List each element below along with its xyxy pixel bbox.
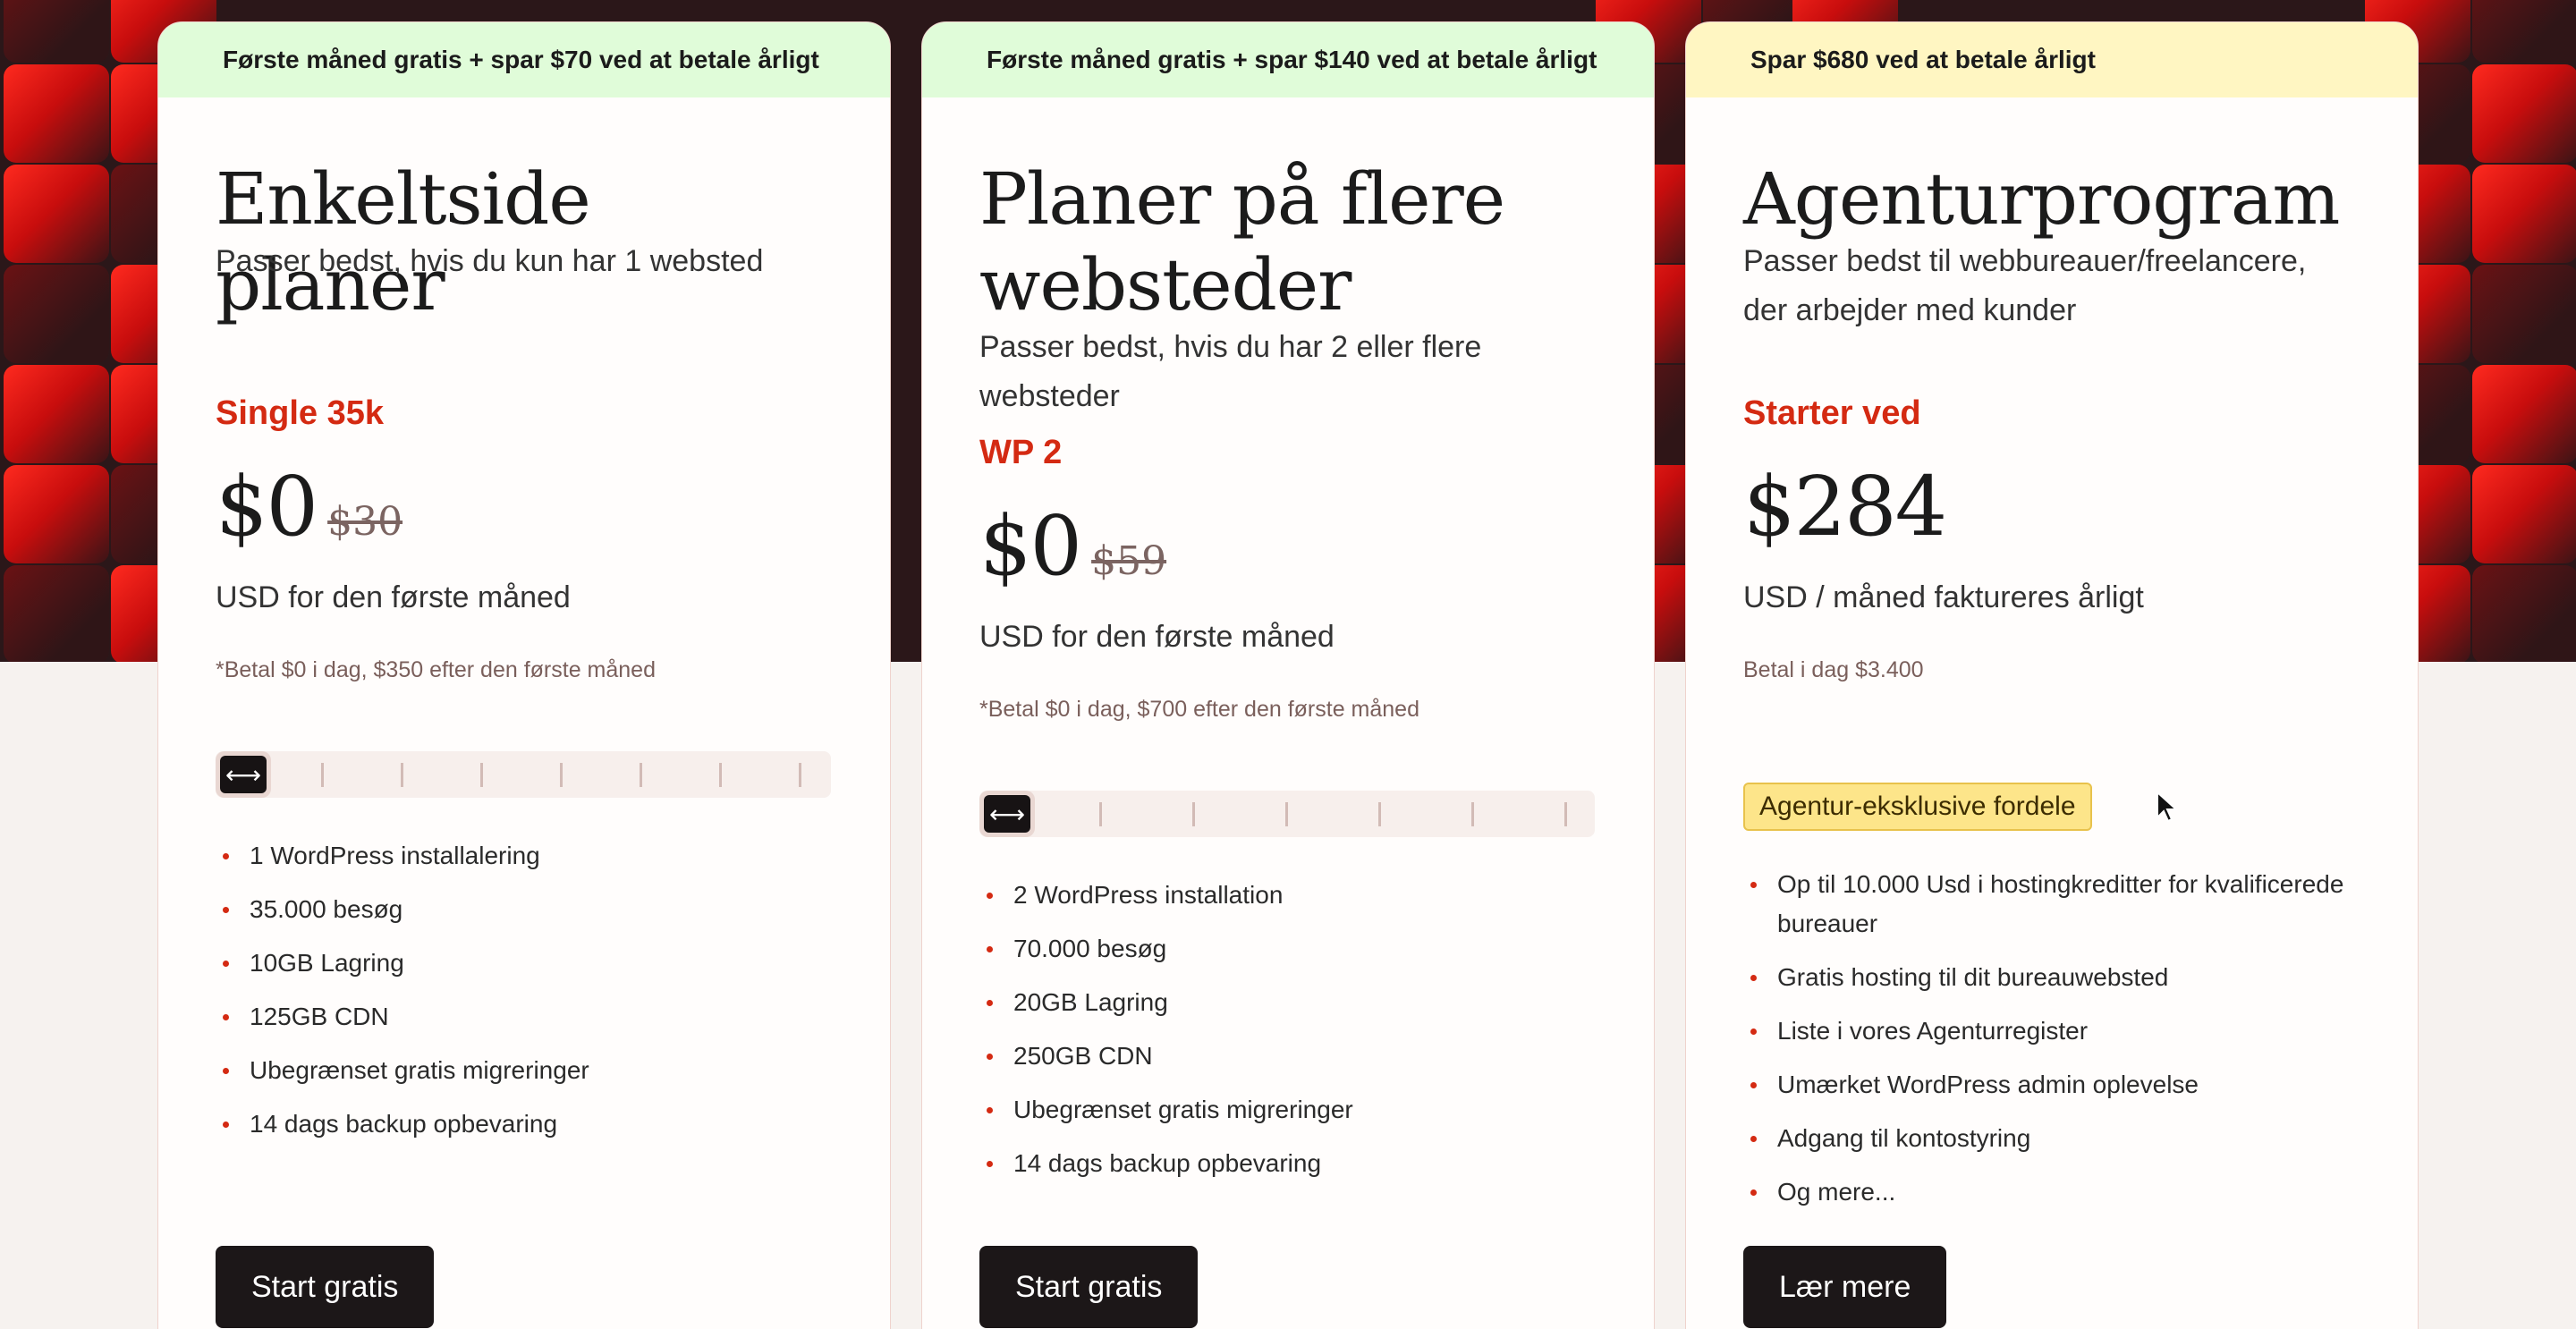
pay-note: *Betal $0 i dag, $350 efter den første m…: [216, 657, 656, 682]
old-price: $59: [1091, 538, 1167, 584]
agency-badge: Agentur-eksklusive fordele: [1743, 783, 2092, 831]
list-item: Op til 10.000 Usd i hostingkreditter for…: [1743, 865, 2360, 944]
price: $0: [979, 498, 1082, 594]
hero-tile: [2472, 0, 2576, 63]
feature-list: 1 WordPress installalering 35.000 besøg …: [216, 836, 589, 1158]
price-note: USD for den første måned: [216, 580, 571, 614]
start-free-button[interactable]: Start gratis: [216, 1246, 435, 1328]
plan-subtitle-line: der arbejder med kunder: [1743, 293, 2077, 327]
list-item: Ubegrænset gratis migreringer: [979, 1090, 1353, 1130]
list-item: 14 dags backup opbevaring: [979, 1144, 1353, 1183]
price: $0: [216, 459, 318, 554]
price: $284: [1743, 459, 1947, 554]
slider-tick: [1285, 802, 1288, 826]
hero-tile: [2472, 64, 2576, 163]
slider-tick: [1378, 802, 1381, 826]
hero-tile: [2472, 365, 2576, 463]
slider-tick: [640, 763, 642, 787]
slider-tick: [1564, 802, 1567, 826]
list-item: 1 WordPress installalering: [216, 836, 589, 876]
slider-tick: [560, 763, 563, 787]
hero-tile: [4, 365, 109, 463]
plan-tier-label: Single 35k: [216, 394, 384, 432]
slider-handle[interactable]: ⟷: [216, 751, 271, 798]
feature-list: 2 WordPress installation 70.000 besøg 20…: [979, 876, 1353, 1198]
pricing-card-multi: Første måned gratis + spar $140 ved at b…: [921, 21, 1655, 1329]
list-item: Og mere...: [1743, 1172, 2360, 1212]
plan-title-line: websteder: [979, 243, 1352, 326]
hero-tile: [2472, 565, 2576, 662]
list-item: 10GB Lagring: [216, 944, 589, 983]
hero-tile: [4, 64, 109, 163]
slider-tick: [480, 763, 483, 787]
plan-subtitle-line: Passer bedst til webbureauer/freelancere…: [1743, 244, 2307, 278]
list-item: Ubegrænset gratis migreringer: [216, 1051, 589, 1090]
plan-tier-label: WP 2: [979, 434, 1063, 471]
plan-title-line: Planer på flere: [979, 157, 1505, 241]
list-item: 125GB CDN: [216, 997, 589, 1037]
plan-slider[interactable]: ⟷: [216, 751, 831, 798]
pricing-card-agency: Spar $680 ved at betale årligt Agenturpr…: [1685, 21, 2419, 1329]
slider-handle[interactable]: ⟷: [979, 791, 1035, 837]
slider-tick: [1471, 802, 1474, 826]
slider-tick: [799, 763, 801, 787]
list-item: Adgang til kontostyring: [1743, 1119, 2360, 1158]
feature-list: Op til 10.000 Usd i hostingkreditter for…: [1743, 865, 2360, 1226]
promo-banner: Spar $680 ved at betale årligt: [1686, 22, 2418, 97]
price-row: $0 $59: [979, 498, 1166, 594]
list-item: 250GB CDN: [979, 1037, 1353, 1076]
promo-banner: Første måned gratis + spar $70 ved at be…: [158, 22, 890, 97]
plan-subtitle: Passer bedst, hvis du har 2 eller flere …: [979, 323, 1481, 421]
list-item: 35.000 besøg: [216, 890, 589, 929]
mouse-pointer-icon: [2157, 791, 2179, 823]
slider-tick: [321, 763, 324, 787]
plan-subtitle: Passer bedst til webbureauer/freelancere…: [1743, 237, 2306, 335]
slider-tick: [401, 763, 403, 787]
hero-tile: [2472, 165, 2576, 263]
horizontal-arrows-icon: ⟷: [220, 756, 267, 793]
price-row: $284: [1743, 459, 1947, 554]
pay-note: *Betal $0 i dag, $700 efter den første m…: [979, 697, 1419, 722]
plan-subtitle-line: websteder: [979, 379, 1120, 413]
promo-banner: Første måned gratis + spar $140 ved at b…: [922, 22, 1654, 97]
plan-subtitle-line: Passer bedst, hvis du har 2 eller flere: [979, 330, 1482, 364]
slider-tick: [1099, 802, 1102, 826]
plan-title: Agenturprogram: [1743, 157, 2340, 241]
horizontal-arrows-icon: ⟷: [984, 795, 1030, 833]
list-item: Liste i vores Agenturregister: [1743, 1012, 2360, 1051]
hero-tile: [4, 265, 109, 363]
old-price: $30: [327, 499, 403, 545]
start-free-button[interactable]: Start gratis: [979, 1246, 1199, 1328]
plan-tier-label: Starter ved: [1743, 394, 1921, 432]
price-note: USD for den første måned: [979, 620, 1335, 654]
list-item: 20GB Lagring: [979, 983, 1353, 1022]
hero-tile: [4, 465, 109, 563]
slider-tick: [1192, 802, 1195, 826]
pricing-card-single: Første måned gratis + spar $70 ved at be…: [157, 21, 891, 1329]
slider-tick: [719, 763, 722, 787]
hero-tile: [4, 565, 109, 662]
plan-slider[interactable]: ⟷: [979, 791, 1595, 837]
list-item: 2 WordPress installation: [979, 876, 1353, 915]
list-item: 14 dags backup opbevaring: [216, 1105, 589, 1144]
pay-note: Betal i dag $3.400: [1743, 657, 1924, 682]
hero-tile: [2472, 265, 2576, 363]
hero-tile: [4, 0, 109, 63]
list-item: Gratis hosting til dit bureauwebsted: [1743, 958, 2360, 997]
learn-more-button[interactable]: Lær mere: [1743, 1246, 1947, 1328]
price-row: $0 $30: [216, 459, 402, 554]
price-note: USD / måned faktureres årligt: [1743, 580, 2144, 614]
hero-tile: [2472, 465, 2576, 563]
plan-title: Planer på flere websteder: [979, 157, 1505, 328]
hero-tile: [4, 165, 109, 263]
list-item: Umærket WordPress admin oplevelse: [1743, 1065, 2360, 1105]
plan-subtitle: Passer bedst, hvis du kun har 1 websted: [216, 244, 764, 278]
list-item: 70.000 besøg: [979, 929, 1353, 969]
